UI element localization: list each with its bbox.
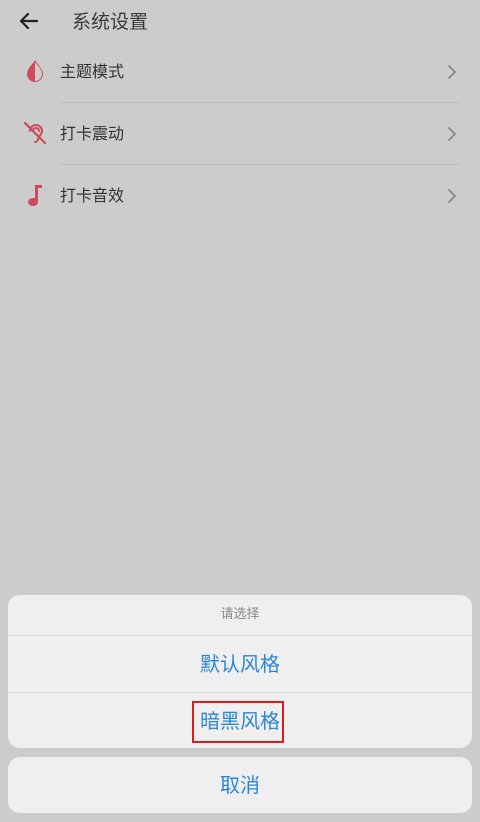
- setting-label: 打卡音效: [60, 186, 125, 205]
- theme-action-sheet: 请选择 默认风格 暗黑风格: [8, 595, 472, 748]
- ear-off-icon: [23, 121, 47, 145]
- music-note-icon: [28, 185, 42, 206]
- chevron-right-icon: [448, 189, 456, 203]
- setting-checkin-sound[interactable]: 打卡音效: [0, 165, 480, 227]
- sheet-title: 请选择: [8, 595, 472, 636]
- drop-icon: [27, 60, 43, 82]
- setting-label: 打卡震动: [60, 124, 125, 143]
- option-label: 暗黑风格: [200, 709, 280, 733]
- setting-theme-mode[interactable]: 主题模式: [0, 41, 480, 103]
- chevron-right-icon: [448, 65, 456, 79]
- setting-checkin-vibration[interactable]: 打卡震动: [0, 103, 480, 165]
- setting-label: 主题模式: [60, 62, 125, 81]
- option-dark-style[interactable]: 暗黑风格: [8, 692, 472, 748]
- option-default-style[interactable]: 默认风格: [8, 636, 472, 692]
- arrow-left-icon[interactable]: [16, 8, 42, 34]
- cancel-button[interactable]: 取消: [8, 757, 472, 813]
- page-title: 系统设置: [72, 11, 149, 33]
- app-header: 系统设置: [0, 0, 480, 46]
- chevron-right-icon: [448, 127, 456, 141]
- settings-list: 主题模式 打卡震动 打卡音效: [0, 41, 480, 227]
